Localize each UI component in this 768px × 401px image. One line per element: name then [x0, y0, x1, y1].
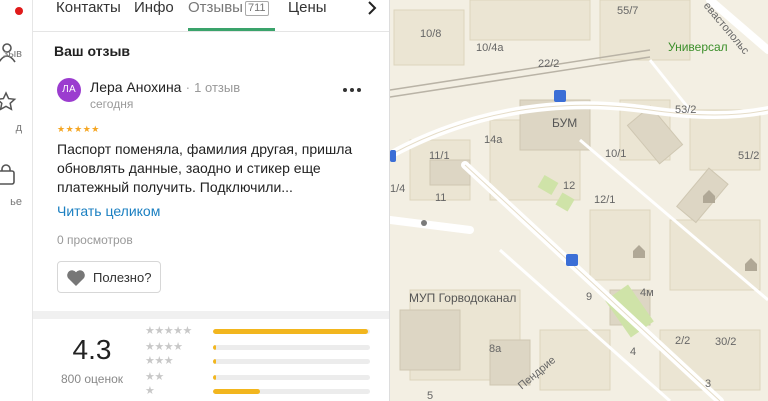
map-label: 14а	[484, 134, 503, 146]
helpful-button[interactable]: Полезно?	[57, 261, 161, 293]
avatar[interactable]: ЛА	[57, 78, 81, 102]
map-label: МУП Горводоканал	[409, 291, 517, 305]
rail-item-label: д	[15, 122, 22, 134]
rating-row-stars: ★★★	[145, 355, 174, 367]
review-author: Лера Анохина · 1 отзыв	[90, 79, 240, 95]
rating-row: ★★★★	[145, 341, 375, 354]
read-more-link[interactable]: Читать целиком	[57, 203, 160, 219]
author-reviews-count: 1 отзыв	[194, 80, 241, 95]
map-label: 4м	[640, 287, 654, 299]
rating-row: ★★★	[145, 355, 375, 368]
rating-row-stars: ★★	[145, 371, 164, 383]
map-label: 9	[586, 291, 593, 303]
map-label: 55/7	[617, 5, 639, 17]
map-label: 4	[630, 346, 637, 358]
map-label: 8а	[489, 343, 502, 355]
rating-bar-fill	[213, 375, 217, 380]
rail-item-label: ье	[10, 196, 22, 208]
left-rail: зыв д ье	[0, 0, 33, 401]
notification-dot	[15, 7, 23, 15]
more-options-icon[interactable]	[343, 86, 363, 94]
rating-row-stars: ★★★★★	[145, 325, 192, 337]
reviews-count-badge: 711	[244, 1, 269, 16]
rating-bar-track	[213, 359, 370, 364]
tab-reviews-label: Отзывы	[188, 0, 243, 16]
map-label: 3	[705, 378, 712, 390]
helpful-label: Полезно?	[93, 270, 152, 285]
map-label: 1/4	[390, 183, 406, 195]
star-icon[interactable]	[0, 90, 18, 114]
rating-bar-track	[213, 375, 370, 380]
ratings-count: 800 оценок	[61, 372, 123, 386]
map-label: Универсал	[668, 40, 728, 54]
rating-bar-fill	[213, 345, 217, 350]
review-text: Паспорт поменяла, фамилия другая, пришла…	[57, 141, 353, 195]
map-label: 12	[563, 180, 576, 192]
rating-bar-track	[213, 389, 370, 394]
rating-row: ★	[145, 385, 375, 398]
map-canvas[interactable]	[390, 0, 768, 401]
map-label: 11/1	[429, 150, 450, 162]
bag-icon[interactable]	[0, 163, 18, 187]
map-label: 10/8	[420, 28, 442, 40]
rating-bar-fill	[213, 329, 369, 334]
map-label: 51/2	[738, 150, 760, 162]
tab-info[interactable]: Инфо	[134, 0, 174, 32]
section-divider	[33, 311, 389, 319]
map-label: 12/1	[594, 194, 616, 206]
review-date: сегодня	[90, 97, 134, 111]
average-rating: 4.3	[72, 334, 112, 365]
tab-bar: Контакты Инфо Отзывы 711 Цены	[33, 0, 389, 32]
map-label: 30/2	[715, 336, 737, 348]
map-label: БУМ	[552, 116, 578, 130]
your-review-title: Ваш отзыв	[54, 43, 131, 59]
rail-item-label: зыв	[3, 48, 22, 60]
author-separator: ·	[185, 79, 191, 95]
organization-panel: Контакты Инфо Отзывы 711 Цены Ваш отзыв Л…	[33, 0, 390, 401]
review-stars: ★★★★★	[57, 124, 100, 134]
chevron-right-icon[interactable]	[364, 0, 380, 18]
tab-prices[interactable]: Цены	[288, 0, 327, 32]
active-tab-indicator	[188, 28, 275, 31]
map-label: 2/2	[675, 335, 691, 347]
map-label: 11	[435, 192, 447, 204]
rating-bar-fill	[213, 389, 261, 394]
map-label: 10/1	[605, 148, 627, 160]
rating-row-stars: ★★★★	[145, 341, 183, 353]
map-label: 5	[427, 390, 434, 401]
map-label: 10/4а	[476, 42, 504, 54]
map-label: 22/2	[538, 58, 560, 70]
heart-icon	[67, 270, 85, 286]
tab-contacts[interactable]: Контакты	[56, 0, 121, 32]
author-name[interactable]: Лера Анохина	[90, 79, 181, 95]
rating-bar-track	[213, 329, 370, 334]
rating-row-stars: ★	[145, 385, 155, 397]
views-count: 0 просмотров	[57, 233, 133, 247]
rating-row: ★★★★★	[145, 325, 375, 338]
map-label: 53/2	[675, 104, 697, 116]
rating-bar-track	[213, 345, 370, 350]
rating-bar-fill	[213, 359, 217, 364]
map[interactable]: 10/8 10/4а 55/7 Универсал 22/2 БУМ 53/2 …	[390, 0, 768, 401]
rating-row: ★★	[145, 371, 375, 384]
